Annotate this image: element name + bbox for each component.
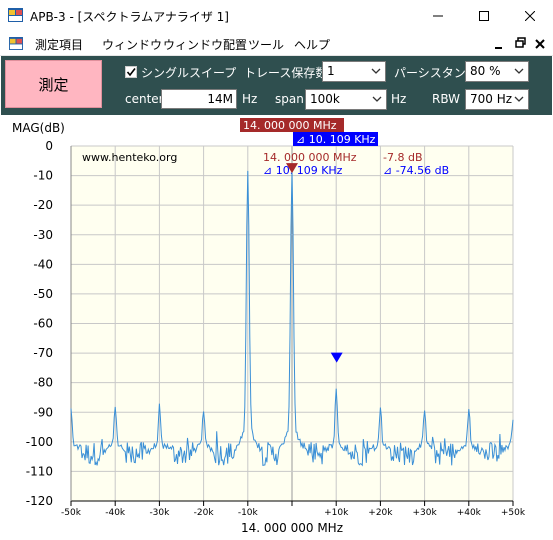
x-tick-label: -40k (105, 508, 126, 518)
rbw-combo[interactable]: 700 Hz (465, 89, 529, 110)
y-tick-label: -120 (26, 494, 53, 508)
y-tick-label: -80 (33, 376, 53, 390)
marker2-freq-readout: ⊿ 10. 109 KHz (263, 164, 343, 177)
trace-save-value: 1 (327, 64, 335, 78)
chevron-down-icon (371, 68, 381, 74)
marker1-freq-readout: 14. 000 000 MHz (263, 151, 357, 164)
checkmark-icon (126, 68, 136, 77)
mdi-restore-icon[interactable] (515, 37, 526, 51)
x-tick-label: +20k (368, 508, 393, 518)
menu-window[interactable]: ウィンドウ (102, 36, 162, 53)
x-axis-label: 14. 000 000 MHz (241, 521, 343, 535)
rbw-value: 700 Hz (470, 92, 513, 106)
minimize-button[interactable] (415, 0, 461, 31)
y-tick-label: -70 (33, 346, 53, 360)
y-axis-label: MAG(dB) (12, 121, 65, 135)
center-unit: Hz (242, 92, 258, 106)
measure-button[interactable]: 測定 (5, 60, 102, 108)
x-tick-label: -10k (238, 508, 259, 518)
y-tick-label: -30 (33, 228, 53, 242)
span-combo[interactable]: 100k (305, 89, 387, 110)
persistence-value: 80 % (470, 64, 501, 78)
minimize-icon (433, 15, 443, 16)
x-tick-label: +50k (501, 508, 526, 518)
y-tick-label: -40 (33, 257, 53, 271)
menu-window-layout[interactable]: ウィンドウ配置 (163, 36, 247, 53)
single-sweep-checkbox[interactable] (125, 66, 137, 78)
app-icon (8, 8, 23, 22)
y-tick-label: -10 (33, 169, 53, 183)
y-tick-label: -110 (26, 464, 53, 478)
close-icon (525, 10, 535, 21)
maximize-button[interactable] (461, 0, 507, 31)
center-input[interactable]: 14M (161, 89, 237, 109)
marker2-header-label: ⊿ 10. 109 KHz (296, 133, 376, 146)
span-value: 100k (310, 92, 340, 106)
x-tick-label: +30k (412, 508, 437, 518)
menu-help[interactable]: ヘルプ (294, 36, 330, 53)
x-tick-label: -20k (194, 508, 215, 518)
chevron-down-icon (514, 68, 524, 74)
single-sweep-label: シングルスイープ (141, 66, 237, 80)
x-tick-label: +40k (457, 508, 482, 518)
menu-tools[interactable]: ツール (248, 36, 284, 53)
trace-save-label: トレース保存数 (244, 66, 328, 80)
span-unit: Hz (391, 92, 407, 106)
persistence-combo[interactable]: 80 % (465, 61, 529, 82)
mdi-close-icon[interactable] (535, 38, 545, 52)
marker2-level-readout: ⊿ -74.56 dB (383, 164, 449, 177)
mdi-child-icon[interactable] (9, 37, 23, 53)
x-tick-label: -50k (61, 508, 82, 518)
marker1-header-label: 14. 000 000 MHz (243, 119, 337, 132)
y-tick-label: 0 (45, 139, 53, 153)
trace-save-combo[interactable]: 1 (322, 61, 386, 82)
close-button[interactable] (507, 0, 553, 31)
rbw-label: RBW (432, 92, 461, 106)
window-title: APB-3 - [スペクトラムアナライザ 1] (30, 10, 229, 24)
spectrum-chart[interactable]: 0 -10 -20 -30 -40 -50 -60 -70 -80 -90 -100 -110 -120… (0, 115, 553, 540)
maximize-icon (479, 10, 489, 21)
center-label: center (125, 92, 164, 106)
chevron-down-icon (372, 96, 382, 102)
menu-measurement[interactable]: 測定項目 (35, 36, 83, 53)
y-tick-label: -50 (33, 287, 53, 301)
y-tick-label: -20 (33, 198, 53, 212)
y-tick-label: -100 (26, 435, 53, 449)
y-tick-label: -60 (33, 317, 53, 331)
x-tick-label: +10k (324, 508, 349, 518)
chevron-down-icon (514, 96, 524, 102)
span-label: span (275, 92, 304, 106)
center-value: 14M (207, 92, 233, 106)
watermark-text: www.henteko.org (82, 151, 177, 164)
mdi-minimize-icon[interactable] (494, 39, 504, 53)
y-tick-label: -90 (33, 405, 53, 419)
marker1-level-readout: -7.8 dB (383, 151, 423, 164)
x-tick-label: -30k (149, 508, 170, 518)
